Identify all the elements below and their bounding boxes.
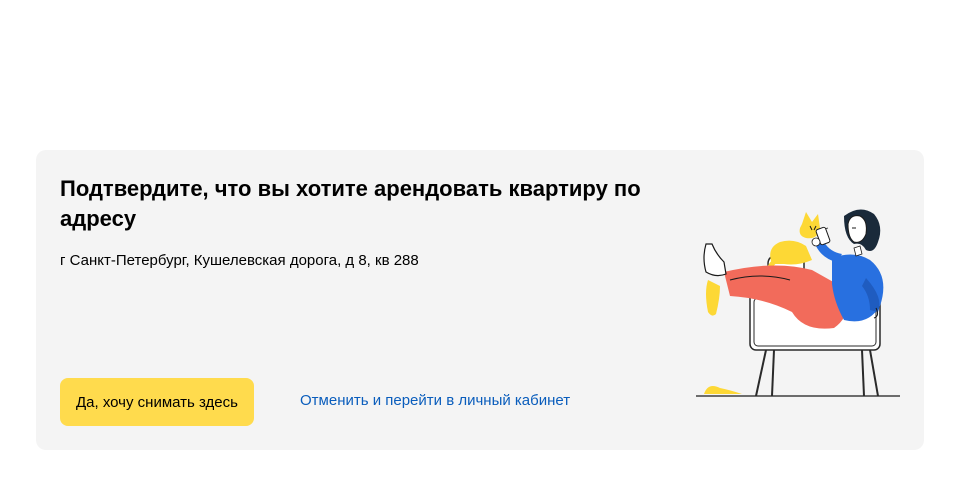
rent-confirmation-card: Подтвердите, что вы хотите арендовать кв… — [36, 150, 924, 450]
woman-in-armchair-with-cat-illustration — [696, 209, 900, 397]
confirmation-title: Подтвердите, что вы хотите арендовать кв… — [60, 176, 641, 231]
apartment-address: г Санкт-Петербург, Кушелевская дорога, д… — [60, 252, 419, 269]
confirm-rent-button[interactable]: Да, хочу снимать здесь — [60, 378, 254, 426]
page: Подтвердите, что вы хотите арендовать кв… — [0, 0, 960, 500]
cancel-and-go-to-account-link[interactable]: Отменить и перейти в личный кабинет — [300, 391, 570, 411]
